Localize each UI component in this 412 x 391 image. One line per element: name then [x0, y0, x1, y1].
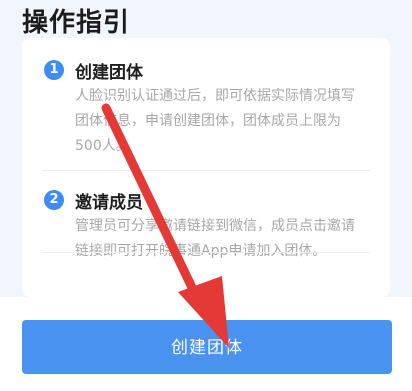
red-arrow-annotation-icon — [101, 103, 229, 348]
